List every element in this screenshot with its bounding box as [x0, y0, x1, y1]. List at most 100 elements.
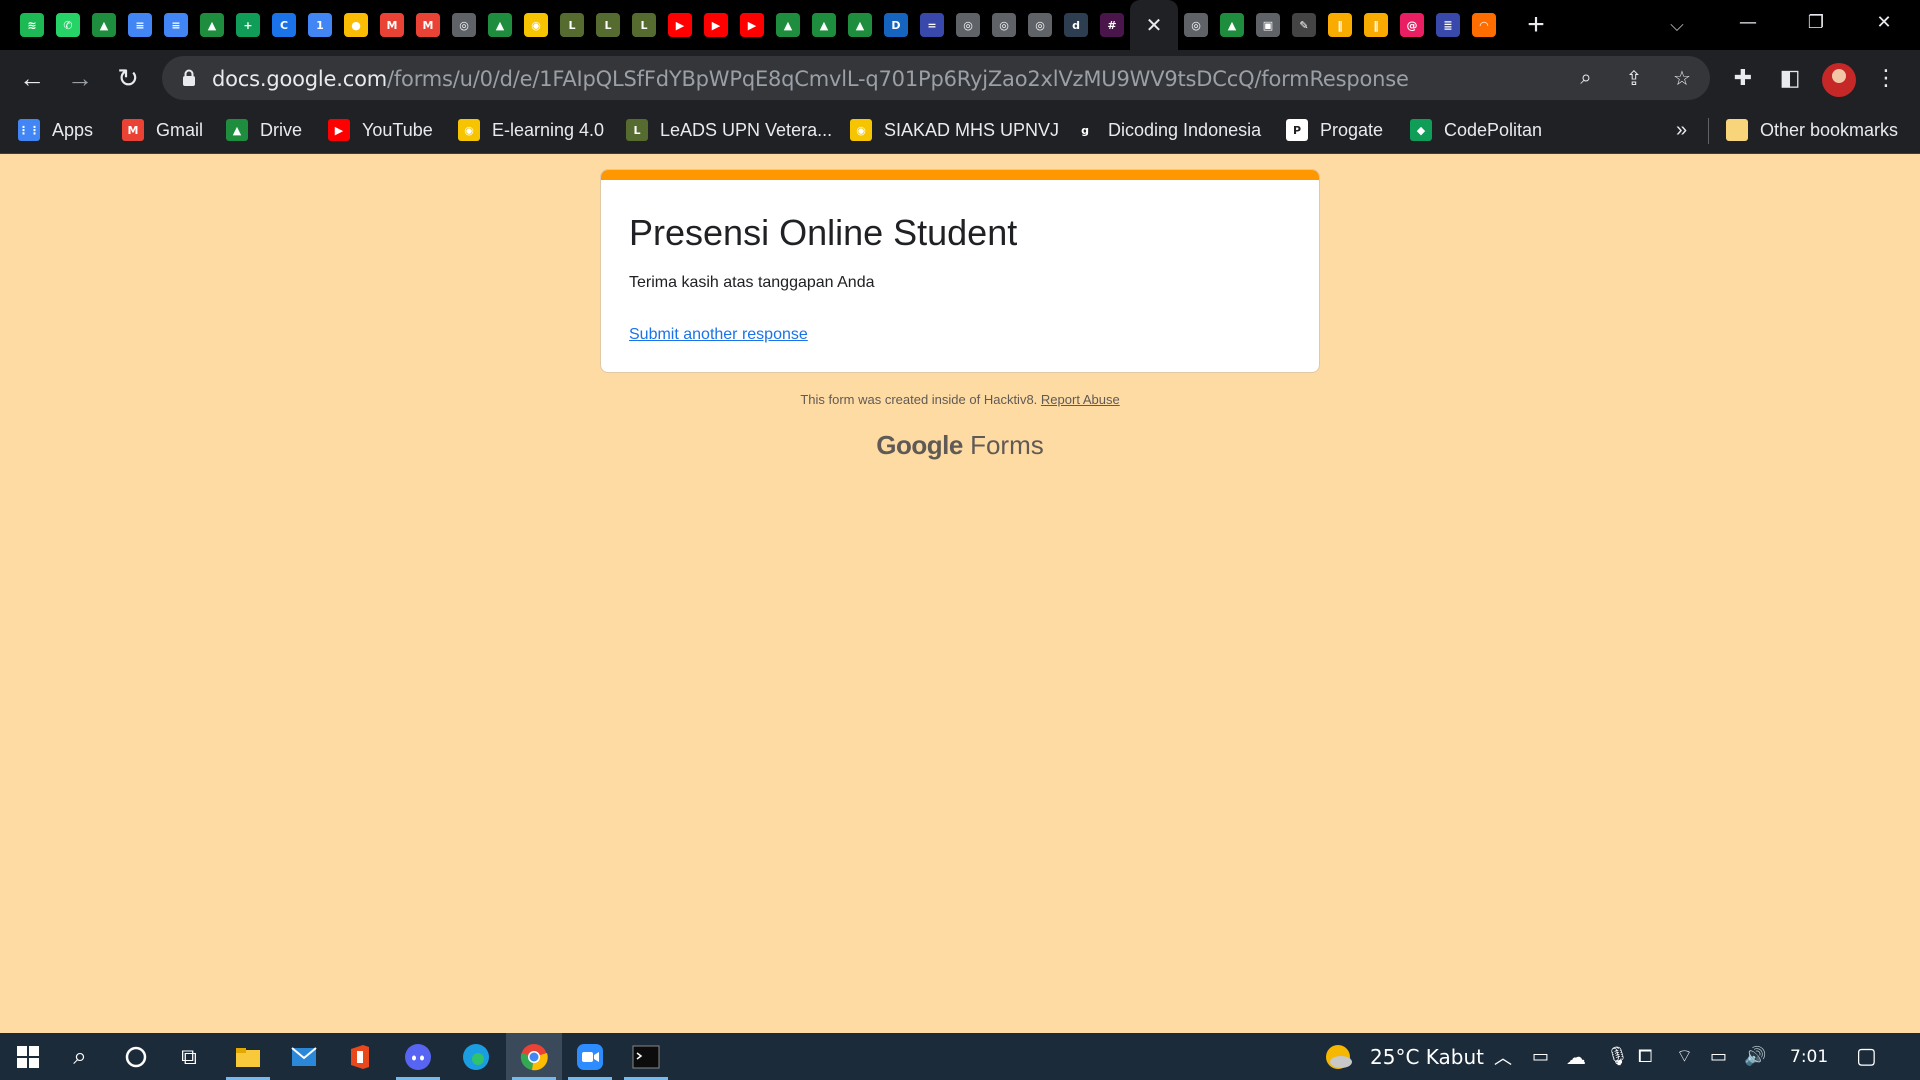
browser-tab[interactable]: ▲	[1214, 0, 1250, 50]
back-button[interactable]: ←	[14, 60, 50, 96]
browser-tab[interactable]: L	[590, 0, 626, 50]
browser-tab[interactable]: ▶	[698, 0, 734, 50]
browser-tab[interactable]: ≋	[14, 0, 50, 50]
browser-tab[interactable]: d	[1058, 0, 1094, 50]
other-bookmarks-folder[interactable]: Other bookmarks	[1726, 106, 1898, 154]
bookmark-progate[interactable]: P Progate	[1286, 106, 1383, 154]
browser-tab[interactable]: ▶	[662, 0, 698, 50]
menu-kebab-icon[interactable]: ⋮	[1868, 60, 1904, 96]
browser-tab[interactable]: #	[1094, 0, 1130, 50]
browser-tab[interactable]: ◎	[446, 0, 482, 50]
bookmark-codepolitan[interactable]: ◆ CodePolitan	[1410, 106, 1542, 154]
cortana-icon[interactable]	[108, 1033, 164, 1080]
browser-tab[interactable]: ≡	[122, 0, 158, 50]
search-icon[interactable]: ⌕	[52, 1033, 108, 1080]
weather-text[interactable]: 25°C Kabut	[1370, 1033, 1484, 1080]
bookmark-upnvj[interactable]: ◉ SIAKAD MHS UPNVJ	[850, 106, 1059, 154]
browser-tab[interactable]: ◠	[1466, 0, 1502, 50]
browser-tab[interactable]: L	[554, 0, 590, 50]
tab-search-chevron-icon[interactable]: ⌵	[1662, 0, 1692, 50]
windows-start-icon[interactable]	[0, 1033, 56, 1080]
submit-another-response-link[interactable]: Submit another response	[629, 326, 808, 344]
bookmark-youtube[interactable]: ▶ YouTube	[328, 106, 433, 154]
address-bar[interactable]: docs.google.com/forms/u/0/d/e/1FAIpQLSfF…	[162, 56, 1710, 100]
browser-tab[interactable]: ✎	[1286, 0, 1322, 50]
side-panel-icon[interactable]: ◧	[1772, 60, 1808, 96]
browser-tab[interactable]: ▣	[1250, 0, 1286, 50]
forward-button[interactable]: →	[62, 60, 98, 96]
browser-tab[interactable]: ◉	[518, 0, 554, 50]
browser-tab[interactable]: ◎	[1022, 0, 1058, 50]
browser-tab[interactable]: ≡	[158, 0, 194, 50]
url-text[interactable]: docs.google.com/forms/u/0/d/e/1FAIpQLSfF…	[212, 67, 1409, 91]
reload-button[interactable]: ↻	[110, 60, 146, 96]
active-tab[interactable]: ✕	[1130, 0, 1178, 50]
bookmark-upnvj[interactable]: ◉ E-learning 4.0	[458, 106, 604, 154]
browser-tab[interactable]: =	[914, 0, 950, 50]
weather-icon[interactable]	[1322, 1033, 1354, 1080]
browser-tab[interactable]: @	[1394, 0, 1430, 50]
browser-tab[interactable]: ✆	[50, 0, 86, 50]
lock-icon[interactable]	[182, 69, 196, 87]
bookmark-dicoding[interactable]: g Dicoding Indonesia	[1074, 106, 1261, 154]
wifi-icon[interactable]: ⌔	[1676, 1033, 1693, 1080]
browser-tab[interactable]: M	[410, 0, 446, 50]
bookmark-leads-upnvj[interactable]: L LeADS UPN Vetera...	[626, 106, 832, 154]
show-hidden-icons-chevron-icon[interactable]: ︿	[1494, 1033, 1512, 1080]
extensions-icon[interactable]: ✚	[1725, 60, 1761, 96]
windows-taskbar: ⌕ ⧉ 25°C Kabut ︿ ▭ ☁ 🎙 ⧠ ⌔ ▭ 🔊 7:01 ▢	[0, 1033, 1920, 1080]
onedrive-icon[interactable]: ☁	[1566, 1033, 1586, 1080]
browser-tab[interactable]: C	[266, 0, 302, 50]
browser-tab[interactable]: ●	[338, 0, 374, 50]
browser-tab[interactable]: ▲	[770, 0, 806, 50]
discord-icon[interactable]	[390, 1033, 446, 1080]
share-icon[interactable]: ⇪	[1620, 64, 1648, 92]
battery-icon[interactable]: ▭	[1710, 1033, 1727, 1080]
browser-tab[interactable]: ◎	[1178, 0, 1214, 50]
minimize-button[interactable]: —	[1714, 0, 1782, 44]
browser-tab[interactable]: ▲	[86, 0, 122, 50]
browser-tab[interactable]: ‖	[1358, 0, 1394, 50]
bookmark-star-icon[interactable]: ☆	[1668, 64, 1696, 92]
bookmark-google-drive[interactable]: ▲ Drive	[226, 106, 302, 154]
clock-time[interactable]: 7:01	[1790, 1033, 1828, 1080]
bookmark-gmail[interactable]: M Gmail	[122, 106, 203, 154]
browser-tab[interactable]: D	[878, 0, 914, 50]
restore-button[interactable]: ❐	[1782, 0, 1850, 44]
browser-tab[interactable]: ▲	[482, 0, 518, 50]
zoom-icon[interactable]: ⌕	[1572, 64, 1600, 92]
notifications-icon[interactable]: ▢	[1856, 1033, 1877, 1080]
edge-icon[interactable]	[448, 1033, 504, 1080]
report-abuse-link[interactable]: Report Abuse	[1041, 392, 1120, 407]
browser-tab[interactable]: ◎	[986, 0, 1022, 50]
browser-tab[interactable]: ▲	[842, 0, 878, 50]
profile-avatar[interactable]	[1822, 63, 1856, 97]
browser-tab[interactable]: +	[230, 0, 266, 50]
browser-tab[interactable]: ▲	[806, 0, 842, 50]
browser-tab[interactable]: M	[374, 0, 410, 50]
terminal-icon[interactable]	[618, 1033, 674, 1080]
new-tab-button[interactable]: +	[1514, 0, 1558, 50]
volume-icon[interactable]: 🔊	[1744, 1033, 1766, 1080]
zoom-app-icon[interactable]	[562, 1033, 618, 1080]
bookmarks-overflow-button[interactable]: »	[1676, 106, 1687, 154]
microphone-icon[interactable]: 🎙	[1606, 1033, 1629, 1080]
browser-tab[interactable]: ≣	[1430, 0, 1466, 50]
browser-tab[interactable]: ▶	[734, 0, 770, 50]
browser-tab[interactable]: ◎	[950, 0, 986, 50]
browser-tab[interactable]: 1	[302, 0, 338, 50]
chrome-icon[interactable]	[506, 1033, 562, 1080]
google-forms-logo[interactable]: Google Forms	[0, 430, 1920, 461]
browser-tab[interactable]: ▲	[194, 0, 230, 50]
bookmark-apps-grid[interactable]: ⋮⋮ Apps	[18, 106, 93, 154]
meet-now-icon[interactable]: ▭	[1532, 1033, 1549, 1080]
browser-tab[interactable]: L	[626, 0, 662, 50]
task-view-icon[interactable]: ⧉	[161, 1033, 217, 1080]
browser-tab[interactable]: ‖	[1322, 0, 1358, 50]
close-tab-icon[interactable]: ✕	[1142, 13, 1166, 37]
mail-icon[interactable]	[276, 1033, 332, 1080]
file-explorer-icon[interactable]	[220, 1033, 276, 1080]
display-icon[interactable]: ⧠	[1638, 1033, 1652, 1080]
close-window-button[interactable]: ✕	[1850, 0, 1918, 44]
office-icon[interactable]	[332, 1033, 388, 1080]
